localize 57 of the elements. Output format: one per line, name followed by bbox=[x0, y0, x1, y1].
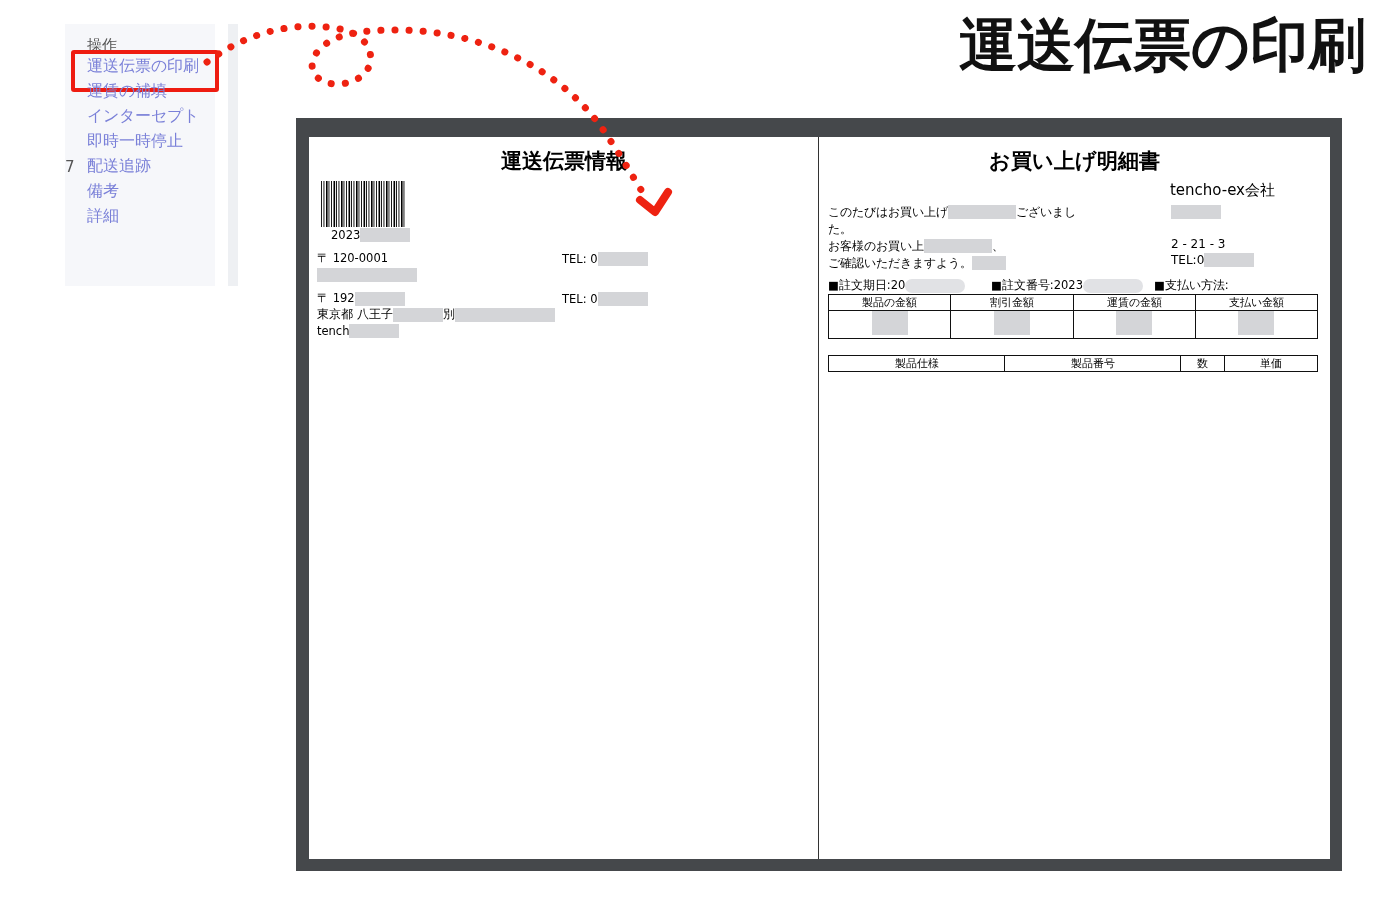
address-text: tench bbox=[317, 323, 350, 338]
phone-text: TEL: 0 bbox=[562, 251, 598, 266]
redacted-block bbox=[454, 307, 505, 322]
redacted-block bbox=[597, 291, 648, 306]
action-link[interactable]: 備考 bbox=[87, 181, 119, 202]
redacted-block bbox=[317, 267, 367, 282]
redacted-block bbox=[1204, 252, 1255, 267]
page-heading: 運送伝票の印刷 bbox=[959, 14, 1366, 78]
barcode-number: 2023 bbox=[331, 227, 361, 242]
column-header: 運賃の金額 bbox=[1073, 294, 1196, 311]
redacted-block bbox=[354, 291, 405, 306]
table-cell: 7 bbox=[65, 157, 75, 176]
document-title: お買い上げ明細書 bbox=[988, 147, 1161, 175]
action-link[interactable]: 運賃の補填 bbox=[87, 81, 167, 102]
message-text: ございまし bbox=[1016, 203, 1076, 221]
redacted-block bbox=[958, 239, 992, 254]
company-name: tencho-ex会社 bbox=[1168, 180, 1275, 200]
column-header: 製品の金額 bbox=[828, 294, 951, 311]
redacted-block bbox=[948, 205, 982, 220]
redacted-block bbox=[1083, 278, 1143, 293]
column-header: 支払い金額 bbox=[1195, 294, 1318, 311]
address-text: 〒 192 bbox=[317, 291, 355, 307]
address-text: TEL:0 bbox=[1171, 252, 1205, 267]
address-text: 2 - 21 - 3 bbox=[1171, 236, 1226, 251]
redacted-block bbox=[349, 323, 400, 338]
column-header: 割引金額 bbox=[950, 294, 1073, 311]
message-text: た。 bbox=[828, 220, 852, 238]
action-link[interactable]: 詳細 bbox=[87, 206, 119, 227]
redacted-block bbox=[367, 267, 417, 282]
column-header: 単価 bbox=[1224, 355, 1318, 372]
column-header: 製品仕様 bbox=[828, 355, 1005, 372]
redacted-block bbox=[392, 307, 443, 322]
action-link[interactable]: 配送追跡 bbox=[87, 156, 151, 177]
order-info-text: ■支払い方法: bbox=[1154, 278, 1229, 294]
message-text: 、 bbox=[992, 237, 1004, 255]
action-link[interactable]: インターセプト bbox=[87, 106, 199, 127]
order-info-text: ■註文番号:2023 bbox=[991, 278, 1083, 294]
column-header: 数 bbox=[1180, 355, 1225, 372]
redacted-block bbox=[504, 307, 555, 322]
message-text: お客様のお買い上 bbox=[828, 237, 924, 255]
address-text: 別 bbox=[442, 307, 455, 323]
redacted-block bbox=[1171, 204, 1221, 219]
action-link[interactable]: 運送伝票の印刷 bbox=[87, 56, 199, 77]
redacted-block bbox=[982, 205, 1016, 220]
redacted-block bbox=[924, 239, 958, 254]
action-link[interactable]: 即時一時停止 bbox=[87, 131, 183, 152]
redacted-block bbox=[905, 278, 966, 293]
message-text: このたびはお買い上げ bbox=[828, 203, 948, 221]
column-header: 製品番号 bbox=[1004, 355, 1181, 372]
redacted-block bbox=[972, 256, 1006, 271]
phone-text: TEL: 0 bbox=[562, 291, 598, 306]
redacted-block bbox=[597, 251, 648, 266]
order-info-text: ■註文期日:20 bbox=[828, 278, 906, 294]
address-text: 〒 120-0001 bbox=[317, 251, 389, 267]
address-text: 東京都 八王子 bbox=[317, 307, 393, 323]
message-text: ご確認いただきますよう。 bbox=[828, 254, 972, 272]
redacted-block bbox=[360, 227, 411, 242]
